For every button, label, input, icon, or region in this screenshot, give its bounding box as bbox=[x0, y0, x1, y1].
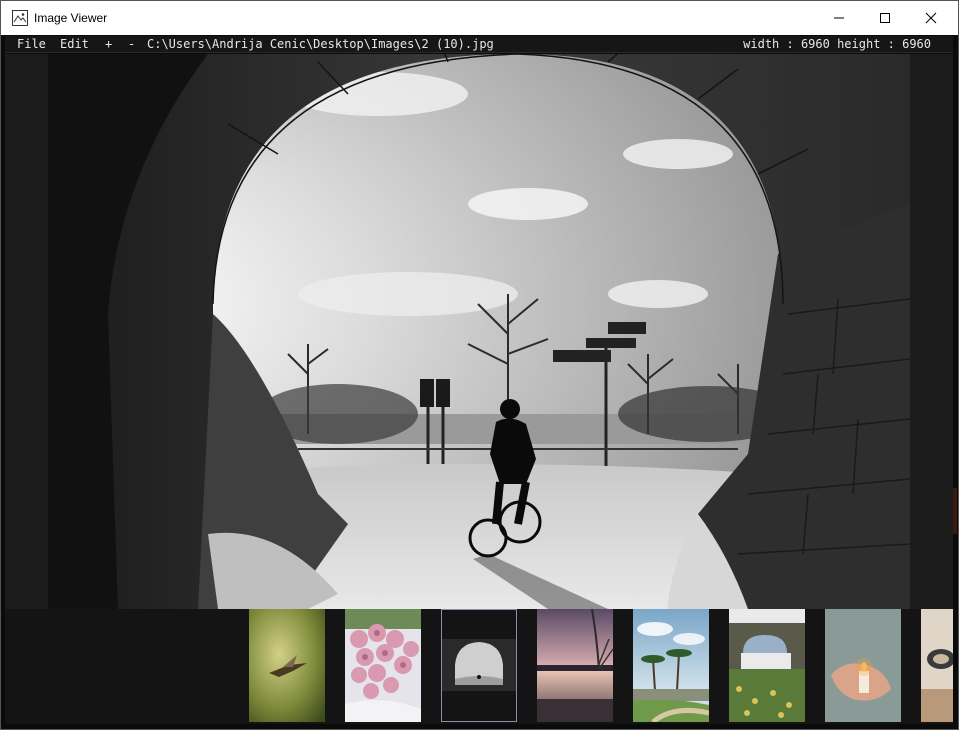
file-path: C:\Users\Andrija Cenic\Desktop\Images\2 … bbox=[147, 37, 494, 51]
resize-edge-marker bbox=[953, 488, 957, 534]
menu-bar: File Edit + - C:\Users\Andrija Cenic\Des… bbox=[5, 36, 953, 53]
image-viewer-icon bbox=[12, 10, 28, 26]
thumb-candle-hand[interactable] bbox=[825, 609, 901, 722]
minimize-button[interactable] bbox=[816, 1, 862, 35]
thumb-partial[interactable] bbox=[921, 609, 953, 722]
menu-edit[interactable]: Edit bbox=[60, 37, 89, 51]
title-bar[interactable]: Image Viewer bbox=[1, 1, 958, 35]
thumb-sunset-lake[interactable] bbox=[537, 609, 613, 722]
window-title: Image Viewer bbox=[34, 11, 108, 25]
maximize-icon bbox=[880, 13, 890, 23]
thumbnail-strip[interactable] bbox=[5, 609, 953, 724]
tunnel-cyclist-photo bbox=[48, 54, 910, 609]
image-dimensions: width : 6960 height : 6960 bbox=[743, 37, 931, 51]
thumb-aqueduct[interactable] bbox=[729, 609, 805, 722]
image-viewer-window: Image Viewer File Edit + - C:\Users\Andr… bbox=[0, 0, 959, 730]
thumb-roses[interactable] bbox=[345, 609, 421, 722]
close-icon bbox=[925, 12, 937, 24]
zoom-in-button[interactable]: + bbox=[105, 37, 112, 51]
thumb-hummingbird[interactable] bbox=[249, 609, 325, 722]
main-image[interactable] bbox=[48, 54, 910, 609]
thumb-palms[interactable] bbox=[633, 609, 709, 722]
zoom-out-button[interactable]: - bbox=[128, 37, 135, 51]
close-button[interactable] bbox=[908, 1, 954, 35]
image-viewport[interactable] bbox=[5, 54, 953, 609]
maximize-button[interactable] bbox=[862, 1, 908, 35]
menu-file[interactable]: File bbox=[17, 37, 46, 51]
thumb-tunnel[interactable] bbox=[441, 609, 517, 722]
minimize-icon bbox=[834, 17, 844, 19]
